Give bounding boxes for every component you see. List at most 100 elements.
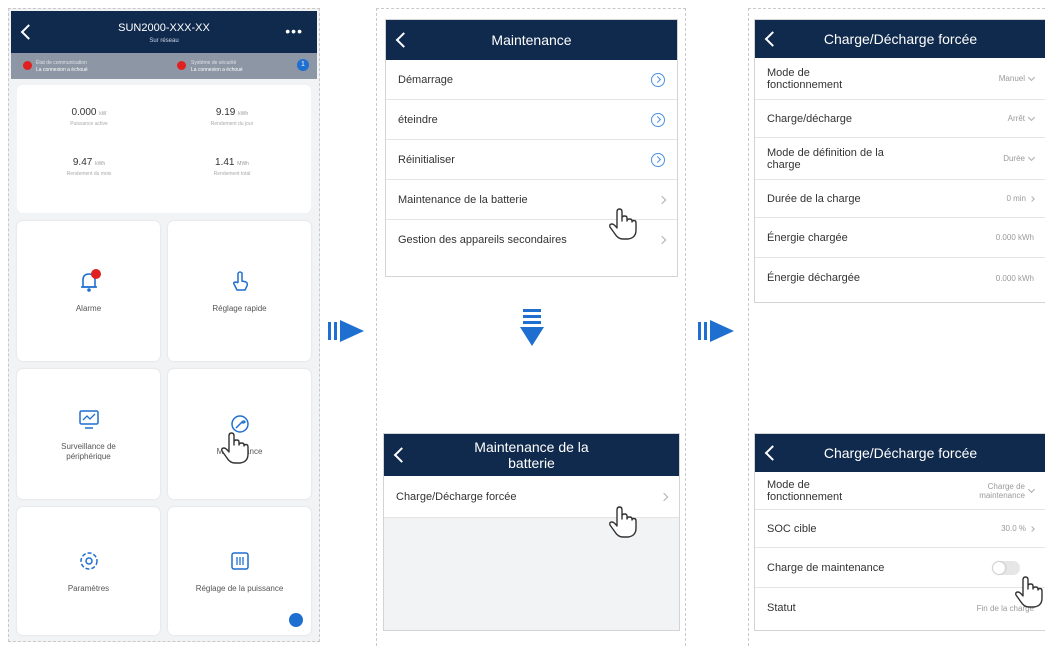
arrow-right-icon xyxy=(328,320,364,342)
setting-row-target-soc[interactable]: SOC cible 30.0 % xyxy=(755,510,1045,548)
tile-power-adjust[interactable]: Réglage de la puissance xyxy=(168,507,311,635)
device-subtitle: Sur réseau xyxy=(149,38,179,44)
setting-row-mode[interactable]: Mode de fonctionnement Manuel xyxy=(755,58,1045,100)
menu-item-label: Charge/Décharge forcée xyxy=(396,490,517,503)
setting-value: Charge de maintenance xyxy=(979,481,1025,500)
chevron-right-icon xyxy=(657,195,667,204)
dropdown-icon[interactable] xyxy=(1027,153,1036,162)
tap-hand-icon xyxy=(609,208,637,240)
bell-icon xyxy=(80,269,101,292)
status-left-value: La connexion a échoué xyxy=(36,67,88,73)
page-title: Charge/Décharge forcée xyxy=(823,31,978,47)
tile-label: Alarme xyxy=(75,304,102,313)
stat-active-power: 0.000 kW Puissance active xyxy=(39,107,139,127)
back-icon[interactable] xyxy=(393,447,410,463)
page-title: Maintenance xyxy=(491,32,572,48)
battery-maintenance-navbar: Maintenance de la batterie xyxy=(384,434,679,476)
setting-row-status: Statut Fin de la charge xyxy=(755,588,1045,628)
forced-charge-navbar: Charge/Décharge forcée xyxy=(755,20,1045,58)
device-title: SUN2000-XXX-XX xyxy=(118,22,210,34)
menu-item-label: Démarrage xyxy=(398,73,454,86)
circle-arrow-icon[interactable] xyxy=(651,152,665,167)
setting-value: 0 min xyxy=(1006,194,1026,203)
status-left-label: État de communication xyxy=(36,60,87,66)
chevron-right-icon xyxy=(659,492,669,501)
stat-value: 9.47 xyxy=(72,157,93,168)
panel-forced-charge: Charge/Décharge forcée Mode de fonctionn… xyxy=(748,8,1045,646)
tap-hand-icon xyxy=(221,432,249,464)
page-title: Maintenance de la batterie xyxy=(474,439,589,471)
setting-label: Mode de fonctionnement xyxy=(767,478,843,503)
dropdown-icon[interactable] xyxy=(1027,113,1036,122)
tile-device-monitor[interactable]: Surveillance de périphérique xyxy=(17,369,160,499)
dropdown-icon[interactable] xyxy=(1027,73,1036,82)
menu-item-shutdown[interactable]: éteindre xyxy=(386,100,677,140)
tile-label: Paramètres xyxy=(67,584,110,593)
setting-row-mode[interactable]: Mode de fonctionnement Charge de mainten… xyxy=(755,472,1045,510)
circle-arrow-icon[interactable] xyxy=(651,112,665,127)
status-right-label: Système de sécurité xyxy=(191,60,237,66)
circle-arrow-icon[interactable] xyxy=(651,72,665,87)
tile-quick-setting[interactable]: Réglage rapide xyxy=(168,221,311,361)
back-icon[interactable] xyxy=(764,31,781,47)
power-adjust-icon xyxy=(230,552,249,570)
chevron-right-icon xyxy=(657,235,667,245)
floating-action-button[interactable] xyxy=(289,613,303,627)
maintenance-charge-navbar: Charge/Décharge forcée xyxy=(755,434,1045,472)
setting-value: Durée xyxy=(1003,154,1025,163)
tile-label: Réglage rapide xyxy=(212,304,267,313)
setting-label: Durée de la charge xyxy=(767,192,861,205)
toggle-knob xyxy=(993,561,1005,574)
stat-label: Rendement du mois xyxy=(66,171,112,177)
dropdown-icon[interactable] xyxy=(1027,485,1036,494)
home-navbar: SUN2000-XXX-XX Sur réseau ••• xyxy=(11,11,317,53)
panel-maintenance: Maintenance Démarrage éteindre Réinitial… xyxy=(376,8,686,646)
setting-row-charge-definition[interactable]: Mode de définition de la charge Durée xyxy=(755,138,1045,180)
maintenance-navbar: Maintenance xyxy=(386,20,677,60)
stat-label: Rendement du jour xyxy=(210,121,254,127)
tile-label: Surveillance de périphérique xyxy=(61,442,116,461)
menu-item-startup[interactable]: Démarrage xyxy=(386,60,677,100)
setting-label: Statut xyxy=(767,602,796,614)
setting-row-maintenance-charge[interactable]: Charge de maintenance xyxy=(755,548,1045,588)
more-icon[interactable]: ••• xyxy=(285,23,303,39)
maintenance-charge-toggle[interactable] xyxy=(992,560,1020,575)
setting-label: Mode de fonctionnement xyxy=(767,66,843,91)
back-icon[interactable] xyxy=(764,445,781,461)
stat-unit: kWh xyxy=(95,161,106,167)
setting-value: 30.0 % xyxy=(1001,524,1026,533)
back-icon[interactable] xyxy=(20,24,37,40)
forced-charge-screen: Charge/Décharge forcée Mode de fonctionn… xyxy=(754,19,1045,303)
status-badge[interactable]: 1 xyxy=(297,59,309,71)
stat-daily-yield: 9.19 kWh Rendement du jour xyxy=(182,107,282,127)
setting-row-charge-duration[interactable]: Durée de la charge 0 min xyxy=(755,180,1045,218)
status-bar: État de communication La connexion a éch… xyxy=(11,53,317,79)
stat-label: Puissance active xyxy=(70,121,108,127)
tile-alarm[interactable]: Alarme xyxy=(17,221,160,361)
back-icon[interactable] xyxy=(395,32,412,48)
tile-settings[interactable]: Paramètres xyxy=(17,507,160,635)
stat-value: 1.41 xyxy=(215,157,235,168)
warning-icon-2 xyxy=(177,61,186,70)
setting-value: Manuel xyxy=(998,74,1025,83)
setting-value: Arrêt xyxy=(1007,114,1025,123)
stat-value: 9.19 xyxy=(215,107,236,118)
quick-setting-icon xyxy=(232,271,248,291)
settings-icon xyxy=(79,552,98,570)
warning-icon xyxy=(23,61,32,70)
menu-item-label: Maintenance de la batterie xyxy=(398,193,528,206)
menu-item-reset[interactable]: Réinitialiser xyxy=(386,140,677,180)
stat-unit: kWh xyxy=(238,111,249,117)
menu-item-label: éteindre xyxy=(398,113,438,126)
arrow-right-icon xyxy=(698,320,734,342)
menu-item-label: Réinitialiser xyxy=(398,153,455,166)
setting-row-energy-charged: Énergie chargée 0.000 kWh xyxy=(755,218,1045,258)
monitor-icon xyxy=(78,410,99,429)
chevron-right-icon xyxy=(1029,525,1035,532)
setting-row-charge-discharge[interactable]: Charge/décharge Arrêt xyxy=(755,100,1045,138)
panel-home: SUN2000-XXX-XX Sur réseau ••• État de co… xyxy=(8,8,320,642)
page-title: Charge/Décharge forcée xyxy=(823,445,978,461)
chevron-right-icon xyxy=(1029,195,1035,202)
stat-unit: kW xyxy=(99,111,107,117)
status-right-value: La connexion a échoué xyxy=(191,67,243,73)
